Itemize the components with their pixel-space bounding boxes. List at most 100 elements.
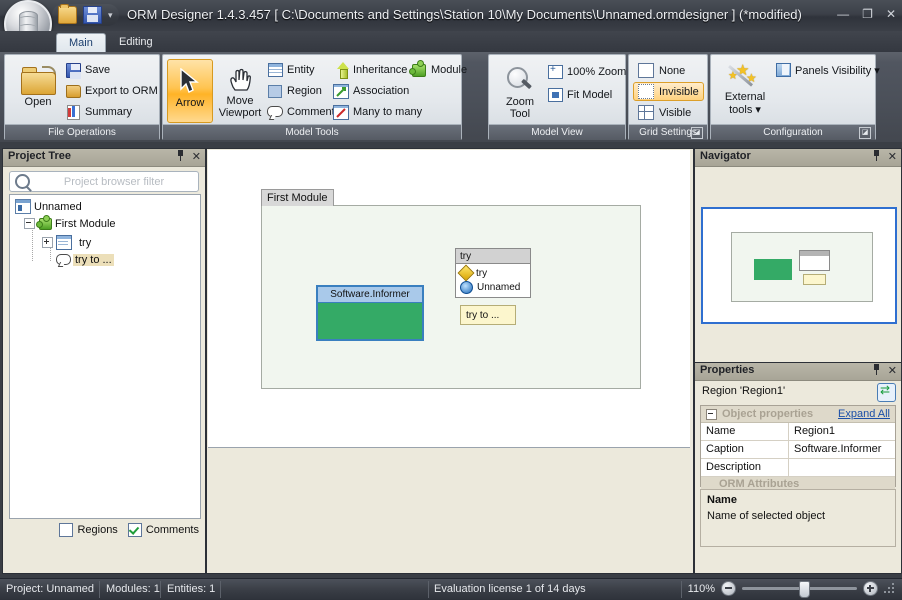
chevron-down-icon[interactable]: ▾	[108, 10, 113, 20]
module-tab-label[interactable]: First Module	[261, 189, 334, 206]
zoom-in-button[interactable]	[863, 581, 878, 596]
zoom-tool-label-2: Tool	[509, 108, 531, 120]
export-to-orm-menu-item[interactable]: Export to ORM	[65, 83, 158, 99]
navigator-region-thumb	[754, 259, 792, 280]
module-icon	[409, 60, 427, 78]
ribbon-group-configuration: ★ ★ ★ External tools ▾ Panels Visibility…	[710, 54, 880, 140]
comment-shape[interactable]: try to ...	[460, 305, 516, 325]
navigator-module-thumb	[731, 232, 873, 302]
tree-node-unnamed[interactable]: Unnamed	[15, 199, 82, 214]
status-modules: Modules: 1	[106, 583, 160, 595]
zoom-out-button[interactable]	[721, 581, 736, 596]
close-icon[interactable]: ✕	[888, 150, 897, 163]
search-icon	[15, 174, 30, 189]
project-tree-view[interactable]: Unnamed First Module try try to ...	[9, 194, 201, 519]
region-tool[interactable]: Region	[267, 83, 322, 99]
close-icon[interactable]: ✕	[888, 364, 897, 377]
move-viewport-label-2: Viewport	[218, 107, 262, 119]
open-button[interactable]: Open	[11, 59, 65, 123]
maximize-button[interactable]: ❐	[862, 8, 873, 20]
module-tool[interactable]: Module	[409, 60, 468, 78]
property-value[interactable]	[789, 459, 895, 476]
project-tree-header: Project Tree ✕	[3, 149, 205, 167]
checkbox-icon	[59, 523, 74, 537]
project-tree-panel: Project Tree ✕ Project browser filter Un…	[2, 148, 206, 574]
association-tool[interactable]: Association	[333, 83, 409, 99]
collapse-icon[interactable]	[706, 408, 717, 420]
regions-checkbox[interactable]: Regions	[59, 523, 118, 537]
canvas-surface[interactable]: First Module Software.Informer try try U…	[208, 150, 690, 448]
entity-label: Entity	[287, 64, 315, 76]
comment-tool[interactable]: Comment	[267, 104, 335, 120]
property-row-description[interactable]: Description	[701, 459, 895, 477]
expand-expander-icon[interactable]	[42, 237, 53, 248]
fit-model-icon	[547, 87, 563, 103]
inheritance-tool[interactable]: Inheritance	[333, 62, 407, 79]
region-shape[interactable]: Software.Informer	[316, 285, 424, 341]
tree-node-first-module[interactable]: First Module	[24, 215, 116, 230]
navigator-viewport[interactable]	[701, 207, 897, 324]
many-to-many-tool[interactable]: Many to many	[333, 104, 422, 120]
refresh-icon[interactable]	[877, 383, 896, 402]
grid-visible-option[interactable]: Visible	[633, 103, 696, 122]
zoom-100-label: 100% Zoom	[567, 66, 627, 78]
zoom-100-button[interactable]: 100% Zoom	[547, 64, 626, 80]
tab-editing[interactable]: Editing	[107, 33, 165, 52]
configuration-dialog-launcher[interactable]: ◪	[859, 127, 871, 139]
collapse-expander-icon[interactable]	[24, 218, 35, 229]
grid-settings-dialog-launcher[interactable]: ◪	[691, 127, 703, 139]
external-tools-label-1: External	[724, 91, 766, 103]
circle-icon	[460, 281, 473, 294]
external-tools-button[interactable]: ★ ★ ★ External tools ▾	[715, 57, 775, 125]
zoom-slider[interactable]	[742, 581, 857, 598]
properties-header: Properties ✕	[695, 363, 901, 381]
properties-grid[interactable]: Object properties Expand All Name Region…	[700, 405, 896, 493]
property-row-name[interactable]: Name Region1	[701, 423, 895, 441]
panels-visibility-button[interactable]: Panels Visibility ▾	[775, 62, 880, 78]
move-viewport-button[interactable]: Move Viewport	[213, 59, 267, 123]
arrow-tool-button[interactable]: Arrow	[167, 59, 213, 123]
dock-area: Project Tree ✕ Project browser filter Un…	[0, 142, 902, 578]
model-canvas-panel[interactable]: First Module Software.Informer try try U…	[206, 148, 694, 574]
zoom-tool-button[interactable]: Zoom Tool	[493, 59, 547, 123]
entity-tool[interactable]: Entity	[267, 62, 315, 78]
tree-node-label: Unnamed	[34, 200, 82, 213]
entity-attribute-row[interactable]: try	[457, 264, 487, 282]
zoom-slider-thumb[interactable]	[799, 581, 810, 598]
pin-icon[interactable]	[872, 150, 881, 161]
open-icon[interactable]	[58, 4, 77, 24]
comments-checkbox[interactable]: Comments	[127, 523, 199, 537]
module-frame[interactable]: First Module Software.Informer try try U…	[261, 189, 641, 389]
save-icon[interactable]	[83, 6, 102, 24]
many-to-many-label: Many to many	[353, 106, 423, 118]
property-value[interactable]: Region1	[789, 423, 895, 440]
entity-shape[interactable]: try try Unnamed	[455, 248, 531, 298]
minimize-button[interactable]: —	[837, 8, 849, 20]
close-icon[interactable]: ✕	[192, 150, 201, 163]
pin-icon[interactable]	[176, 150, 185, 161]
group-caption-model-tools: Model Tools	[163, 124, 461, 140]
tree-node-try-to[interactable]: try to ...	[56, 253, 114, 266]
grid-none-option[interactable]: None	[633, 61, 690, 80]
navigator-comment-thumb	[803, 274, 826, 285]
close-button[interactable]: ✕	[886, 8, 896, 20]
properties-title: Properties	[700, 364, 755, 376]
project-filter-input[interactable]: Project browser filter	[9, 171, 199, 192]
module-label: Module	[431, 64, 468, 76]
summary-menu-item[interactable]: Summary	[65, 104, 132, 120]
entity-attribute-row[interactable]: Unnamed	[460, 281, 520, 294]
properties-category-object[interactable]: Object properties Expand All	[701, 406, 895, 423]
tab-main[interactable]: Main	[56, 33, 106, 53]
property-value[interactable]: Software.Informer	[789, 441, 895, 458]
tree-node-try[interactable]: try	[42, 235, 91, 250]
save-menu-item[interactable]: Save	[65, 62, 110, 79]
group-caption-file-operations: File Operations	[5, 124, 159, 140]
properties-category-label: Object properties	[722, 408, 814, 420]
grid-invisible-option[interactable]: Invisible	[633, 82, 704, 101]
resize-grip-icon[interactable]	[884, 582, 896, 595]
fit-model-button[interactable]: Fit Model	[547, 87, 612, 103]
property-row-caption[interactable]: Caption Software.Informer	[701, 441, 895, 459]
navigator-title: Navigator	[700, 150, 751, 162]
pin-icon[interactable]	[872, 364, 881, 375]
expand-all-link[interactable]: Expand All	[838, 408, 890, 420]
